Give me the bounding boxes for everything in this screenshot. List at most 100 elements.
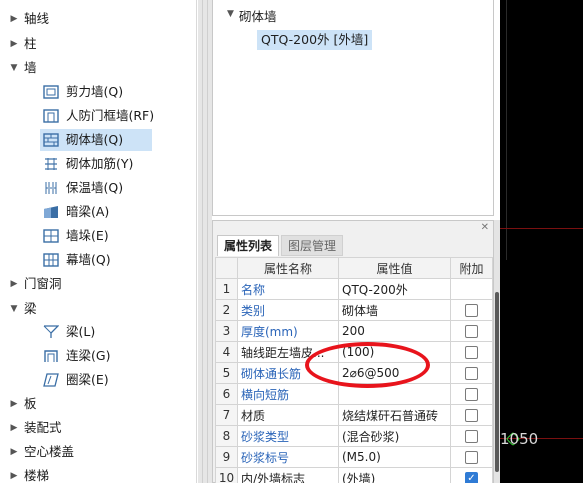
property-row[interactable]: 7 材质 烧结煤矸石普通砖	[215, 404, 493, 426]
extra-cell: ✓	[450, 467, 493, 483]
property-row[interactable]: 10 内/外墙标志 (外墙) ✓	[215, 467, 493, 483]
extra-checkbox[interactable]	[465, 451, 478, 464]
tree-item-masonry-wall[interactable]: 砌体墙(Q)	[0, 128, 196, 152]
tree-group-wall[interactable]: ▼ 墙	[0, 56, 196, 80]
tree-item-ring-beam[interactable]: 圈梁(E)	[0, 368, 196, 392]
tree-item-insulation-wall[interactable]: 保温墙(Q)	[0, 176, 196, 200]
property-value[interactable]: (M5.0)	[338, 446, 451, 468]
extra-checkbox[interactable]	[465, 409, 478, 422]
row-number: 4	[215, 341, 238, 363]
extra-checkbox[interactable]	[465, 325, 478, 338]
component-group-label[interactable]: 砌体墙	[239, 6, 277, 25]
extra-checkbox[interactable]	[465, 388, 478, 401]
expand-arrow-icon[interactable]: ▶	[8, 32, 20, 56]
collapse-arrow-icon[interactable]: ▼	[8, 56, 20, 80]
tree-group-slab[interactable]: ▶ 板	[0, 392, 196, 416]
extra-checkbox[interactable]	[465, 346, 478, 359]
curtain-wall-icon	[43, 253, 59, 267]
row-number: 6	[215, 383, 238, 405]
tree-item-wall-pier[interactable]: 墙垛(E)	[0, 224, 196, 248]
expand-arrow-icon[interactable]: ▶	[8, 464, 20, 483]
masonry-rebar-icon	[45, 158, 57, 170]
property-value[interactable]: 2⌀6@500	[338, 362, 451, 384]
property-value[interactable]: (外墙)	[338, 467, 451, 483]
tree-item-curtain-wall[interactable]: 幕墙(Q)	[0, 248, 196, 272]
tree-group-hollow-floor[interactable]: ▶ 空心楼盖	[0, 440, 196, 464]
property-value[interactable]	[338, 383, 451, 405]
close-icon[interactable]: ✕	[481, 222, 489, 233]
property-row[interactable]: 9 砂浆标号 (M5.0)	[215, 446, 493, 468]
extra-checkbox[interactable]	[465, 430, 478, 443]
dimension-label: 1050	[500, 430, 539, 448]
expand-arrow-icon[interactable]: ▶	[8, 440, 20, 464]
component-list-panel: ▼ 砌体墙 QTQ-200外 [外墙]	[212, 0, 494, 216]
extra-cell	[450, 362, 493, 384]
property-row[interactable]: 3 厚度(mm) 200	[215, 320, 493, 342]
wall-pier-icon	[43, 229, 59, 243]
property-name: 名称	[237, 278, 339, 300]
property-name: 横向短筋	[237, 383, 339, 405]
expand-arrow-icon[interactable]: ▶	[8, 272, 20, 296]
tree-item-masonry-rebar[interactable]: 砌体加筋(Y)	[0, 152, 196, 176]
tree-group-stairs[interactable]: ▶ 楼梯	[0, 464, 196, 483]
property-value[interactable]: 200	[338, 320, 451, 342]
property-value[interactable]: (100)	[338, 341, 451, 363]
row-number: 8	[215, 425, 238, 447]
tree-item-civil-defense-wall[interactable]: 人防门框墙(RF)	[0, 104, 196, 128]
property-name: 轴线距左墙皮...	[237, 341, 339, 363]
collapse-arrow-icon[interactable]: ▼	[8, 297, 20, 321]
row-number: 10	[215, 467, 238, 483]
property-name: 类别	[237, 299, 339, 321]
extra-cell	[450, 278, 493, 300]
splitter-grip[interactable]	[202, 0, 208, 483]
component-item-selected[interactable]: QTQ-200外 [外墙]	[257, 30, 373, 50]
civil-defense-wall-icon	[43, 109, 59, 123]
tab-layer-management[interactable]: 图层管理	[281, 235, 344, 256]
scrollbar-thumb[interactable]	[495, 292, 499, 472]
extra-cell	[450, 341, 493, 363]
row-number: 1	[215, 278, 238, 300]
tab-property-list[interactable]: 属性列表	[217, 235, 280, 256]
property-grid: 属性名称 属性值 附加 1 名称 QTQ-200外 2 类别 砌体墙 3 厚度(mm) 200 4…	[215, 257, 493, 483]
tree-item-shear-wall[interactable]: 剪力墙(Q)	[0, 80, 196, 104]
property-value[interactable]: (混合砂浆)	[338, 425, 451, 447]
property-value[interactable]: 烧结煤矸石普通砖	[338, 404, 451, 426]
property-row[interactable]: 4 轴线距左墙皮... (100)	[215, 341, 493, 363]
header-extra: 附加	[450, 257, 493, 279]
tree-group-column[interactable]: ▶ 柱	[0, 32, 196, 56]
extra-checkbox[interactable]	[465, 367, 478, 380]
masonry-wall-icon	[43, 133, 59, 147]
tree-group-beam[interactable]: ▼ 梁	[0, 297, 196, 321]
tree-group-axis[interactable]: ▶ 轴线	[0, 7, 196, 31]
header-property-value: 属性值	[338, 257, 451, 279]
property-row[interactable]: 8 砂浆类型 (混合砂浆)	[215, 425, 493, 447]
drawing-canvas[interactable]: 1050	[500, 0, 583, 483]
header-num	[215, 257, 238, 279]
extra-checkbox[interactable]: ✓	[465, 472, 478, 483]
tree-item-beam[interactable]: 梁(L)	[0, 320, 196, 344]
insulation-wall-icon	[45, 182, 57, 194]
tree-item-hidden-beam[interactable]: 暗梁(A)	[0, 200, 196, 224]
tree-item-coupling-beam[interactable]: 连梁(G)	[0, 344, 196, 368]
extra-cell	[450, 299, 493, 321]
property-row[interactable]: 5 砌体通长筋 2⌀6@500	[215, 362, 493, 384]
extra-cell	[450, 446, 493, 468]
panel-splitter[interactable]	[198, 0, 212, 483]
collapse-arrow-icon[interactable]: ▼	[227, 9, 234, 19]
tree-group-door-window[interactable]: ▶ 门窗洞	[0, 272, 196, 296]
component-type-tree: ▶ 轴线 ▶ 柱 ▼ 墙 剪力墙(Q) 人防门框墙(RF) 砌体墙(Q) 砌体加…	[0, 0, 197, 483]
expand-arrow-icon[interactable]: ▶	[8, 416, 20, 440]
property-row[interactable]: 6 横向短筋	[215, 383, 493, 405]
expand-arrow-icon[interactable]: ▶	[8, 392, 20, 416]
header-property-name: 属性名称	[237, 257, 339, 279]
property-value[interactable]: QTQ-200外	[338, 278, 451, 300]
property-name: 内/外墙标志	[237, 467, 339, 483]
expand-arrow-icon[interactable]: ▶	[8, 7, 20, 31]
property-row[interactable]: 1 名称 QTQ-200外	[215, 278, 493, 300]
property-name: 砌体通长筋	[237, 362, 339, 384]
tree-group-prefab[interactable]: ▶ 装配式	[0, 416, 196, 440]
extra-checkbox[interactable]	[465, 304, 478, 317]
extra-cell	[450, 320, 493, 342]
property-value[interactable]: 砌体墙	[338, 299, 451, 321]
property-row[interactable]: 2 类别 砌体墙	[215, 299, 493, 321]
